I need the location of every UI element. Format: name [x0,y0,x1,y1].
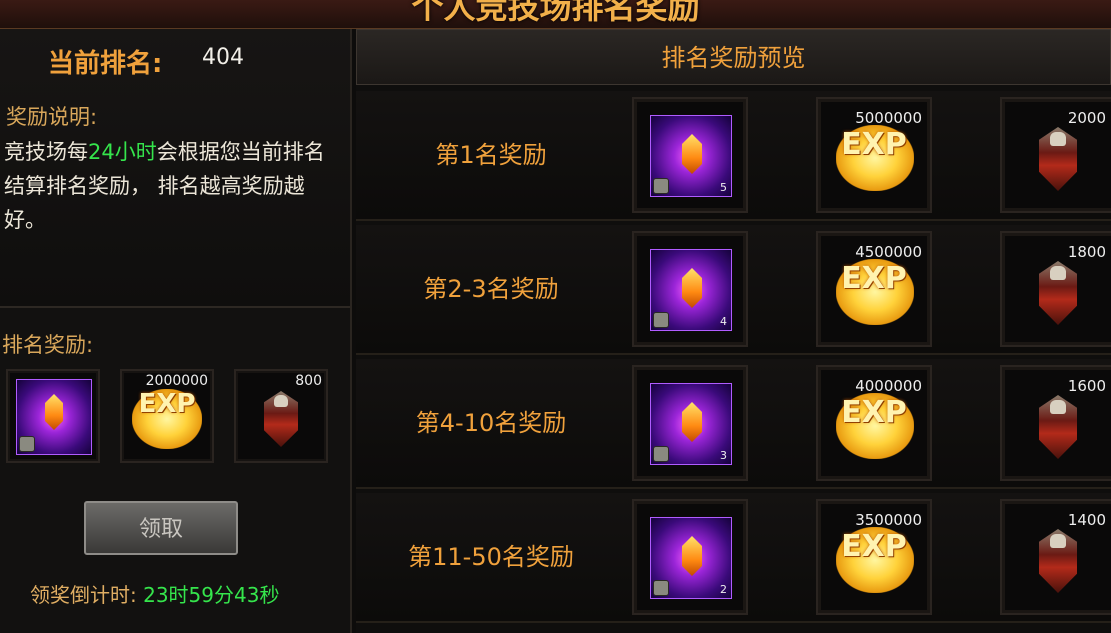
reward-preview-title: 排名奖励预览 [356,29,1111,85]
gem-icon [16,379,92,455]
gem-icon: 2 [650,517,732,599]
reward-slot-honor[interactable]: 1400 [1000,499,1111,615]
row-label: 第2-3名奖励 [423,275,559,303]
exp-amount: 4500000 [855,243,922,261]
reward-slot-gem[interactable]: 3 [632,365,748,481]
reward-preview-panel: 排名奖励预览 第1名奖励 5 EXP 5000000 2000 第2-3名奖励 [356,29,1111,633]
reward-description-title: 奖励说明: [6,105,98,129]
honor-amount: 1400 [1067,511,1106,529]
reward-slot-honor[interactable]: 1800 [1000,231,1111,347]
claim-countdown: 领奖倒计时: 23时59分43秒 [30,579,279,608]
row-label: 第1名奖励 [435,141,547,169]
exp-amount: 2000000 [145,373,208,389]
reward-row-rank-2-3: 第2-3名奖励 4 EXP 4500000 1800 [356,225,1111,355]
skull-icon [1050,534,1066,548]
gem-icon: 5 [650,115,732,197]
gem-count: 2 [720,583,727,596]
reward-row-rank-11-50: 第11-50名奖励 2 EXP 3500000 1400 [356,493,1111,623]
gem-count: 3 [720,449,727,462]
reward-slot-gem[interactable]: 2 [632,499,748,615]
exp-icon-text: EXP [841,261,907,296]
countdown-value: 23时59分43秒 [143,583,280,607]
reward-slot-exp[interactable]: EXP 5000000 [816,97,932,213]
rank-info-box: 当前排名: 404 奖励说明: 竞技场每24小时会根据您当前排名结算排名奖励， … [0,29,350,308]
crystal-icon [682,134,702,174]
claim-button[interactable]: 领取 [84,501,238,555]
reward-slot-exp[interactable]: EXP 4000000 [816,365,932,481]
exp-amount: 4000000 [855,377,922,395]
current-rank-value: 404 [202,45,244,70]
crystal-icon [682,402,702,442]
exp-icon-text: EXP [841,395,907,430]
gem-count: 4 [720,315,727,328]
honor-amount: 1600 [1067,377,1106,395]
row-label: 第4-10名奖励 [415,409,567,437]
crystal-icon [45,394,63,430]
reward-slot-gem[interactable]: 4 [632,231,748,347]
reward-slot-exp[interactable]: EXP 3500000 [816,499,932,615]
reward-slot-gem[interactable]: 5 [632,97,748,213]
lock-icon [653,312,669,328]
honor-amount: 2000 [1067,109,1106,127]
skull-icon [274,395,288,407]
desc-highlight: 24小时 [88,140,157,164]
crystal-icon [682,268,702,308]
reward-slot-honor[interactable]: 2000 [1000,97,1111,213]
gem-icon: 4 [650,249,732,331]
reward-row-rank-4-10: 第4-10名奖励 3 EXP 4000000 1600 [356,359,1111,489]
lock-icon [19,436,35,452]
lock-icon [653,580,669,596]
window-title: 个人竞技场排名奖励 [411,0,700,26]
reward-row-rank-1: 第1名奖励 5 EXP 5000000 2000 [356,91,1111,221]
exp-icon-text: EXP [841,529,907,564]
lock-icon [653,446,669,462]
crystal-icon [682,536,702,576]
honor-amount: 1800 [1067,243,1106,261]
exp-icon-text: EXP [138,389,196,419]
reward-description: 竞技场每24小时会根据您当前排名结算排名奖励， 排名越高奖励越好。 [4,135,344,237]
reward-slot-gem[interactable] [6,369,100,463]
desc-pre: 竞技场每 [4,140,88,164]
skull-icon [1050,266,1066,280]
reward-slot-exp[interactable]: EXP 2000000 [120,369,214,463]
gem-icon: 3 [650,383,732,465]
honor-amount: 800 [295,373,322,389]
countdown-label: 领奖倒计时: [30,583,137,607]
reward-slot-honor[interactable]: 800 [234,369,328,463]
gem-count: 5 [720,181,727,194]
row-label: 第11-50名奖励 [408,543,574,571]
skull-icon [1050,400,1066,414]
lock-icon [653,178,669,194]
exp-amount: 3500000 [855,511,922,529]
rank-reward-title: 排名奖励: [2,333,94,357]
exp-amount: 5000000 [855,109,922,127]
reward-slot-honor[interactable]: 1600 [1000,365,1111,481]
skull-icon [1050,132,1066,146]
left-panel: 当前排名: 404 奖励说明: 竞技场每24小时会根据您当前排名结算排名奖励， … [0,29,352,633]
reward-slot-exp[interactable]: EXP 4500000 [816,231,932,347]
window-title-bar: 个人竞技场排名奖励 [0,0,1111,29]
current-rank-label: 当前排名: [48,49,163,79]
exp-icon-text: EXP [841,127,907,162]
